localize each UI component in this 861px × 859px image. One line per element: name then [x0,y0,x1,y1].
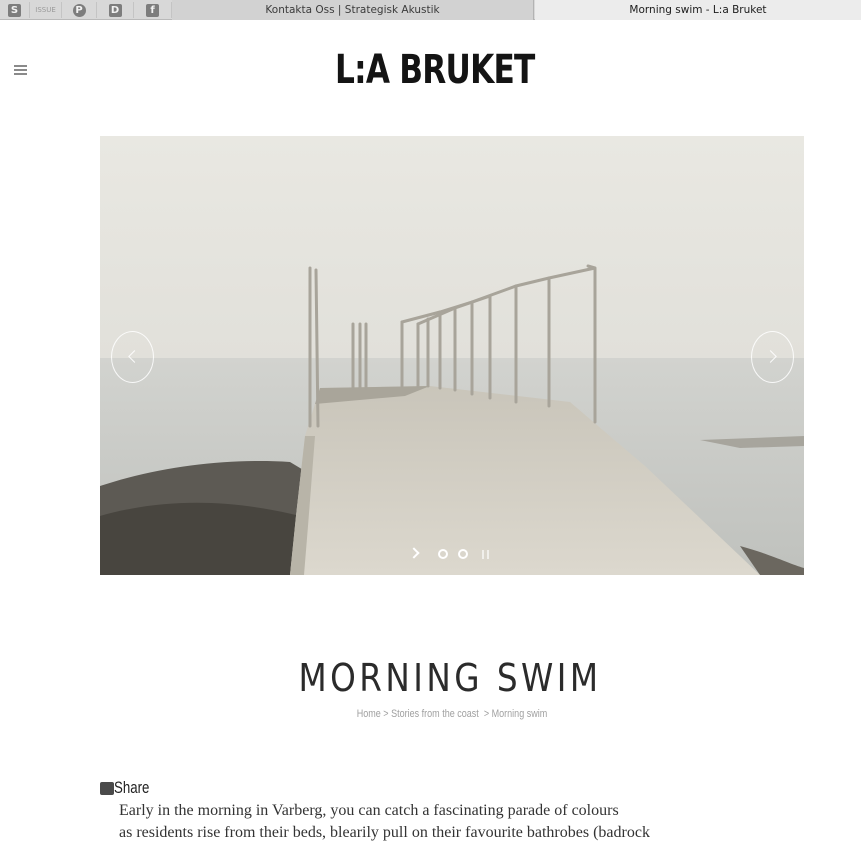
tab-kontakta-oss[interactable]: Kontakta Oss | Strategisk Akustik [172,0,534,20]
bookmark-s[interactable]: S [0,2,30,18]
hamburger-menu-icon[interactable] [14,65,27,75]
paragraph-line: Early in the morning in Varberg, you can… [119,802,619,819]
breadcrumb-current: Morning swim [491,708,548,720]
article-body: Early in the morning in Varberg, you can… [119,800,739,844]
slider-next-button[interactable] [751,331,794,383]
pinterest-icon: P [72,3,86,17]
breadcrumb-separator: > [383,708,389,720]
hero-image [100,136,804,575]
tab-morning-swim[interactable]: Morning swim - L:a Bruket [535,0,861,20]
chevron-left-icon [128,350,141,363]
bookmark-d[interactable]: D [97,2,134,18]
breadcrumb-separator: > [483,708,490,720]
slider-prev-button[interactable] [111,331,154,383]
share-icon [100,781,114,795]
play-icon[interactable] [408,547,420,559]
d-square-icon: D [108,3,122,17]
bookmark-issue[interactable]: ISSUE [30,2,62,18]
breadcrumb-stories[interactable]: Stories from the coast [391,708,479,720]
breadcrumb: Home > Stories from the coast > Morning … [81,708,822,720]
bookmark-pinterest[interactable]: P [62,2,97,18]
share-button[interactable]: Share [100,778,159,798]
pause-icon[interactable] [482,550,489,559]
s-square-icon: S [8,3,21,17]
thin-text-icon: ISSUE [35,5,56,14]
site-logo[interactable]: L:A BRUKET [99,44,771,96]
slider-controls [408,547,510,563]
facebook-icon: f [146,3,159,17]
slide-dot-2[interactable] [458,549,468,559]
page-title: MORNING SWIM [298,656,602,700]
chevron-right-icon [764,350,777,363]
bookmark-facebook[interactable]: f [134,2,172,18]
breadcrumb-home[interactable]: Home [357,708,381,720]
slide-dot-1[interactable] [438,549,448,559]
browser-bar: S ISSUE P D f Kontakta Oss | Strategisk … [0,0,861,20]
share-label: Share [114,778,150,797]
paragraph-line: as residents rise from their beds, blear… [119,824,650,841]
hero-slider [100,136,804,575]
